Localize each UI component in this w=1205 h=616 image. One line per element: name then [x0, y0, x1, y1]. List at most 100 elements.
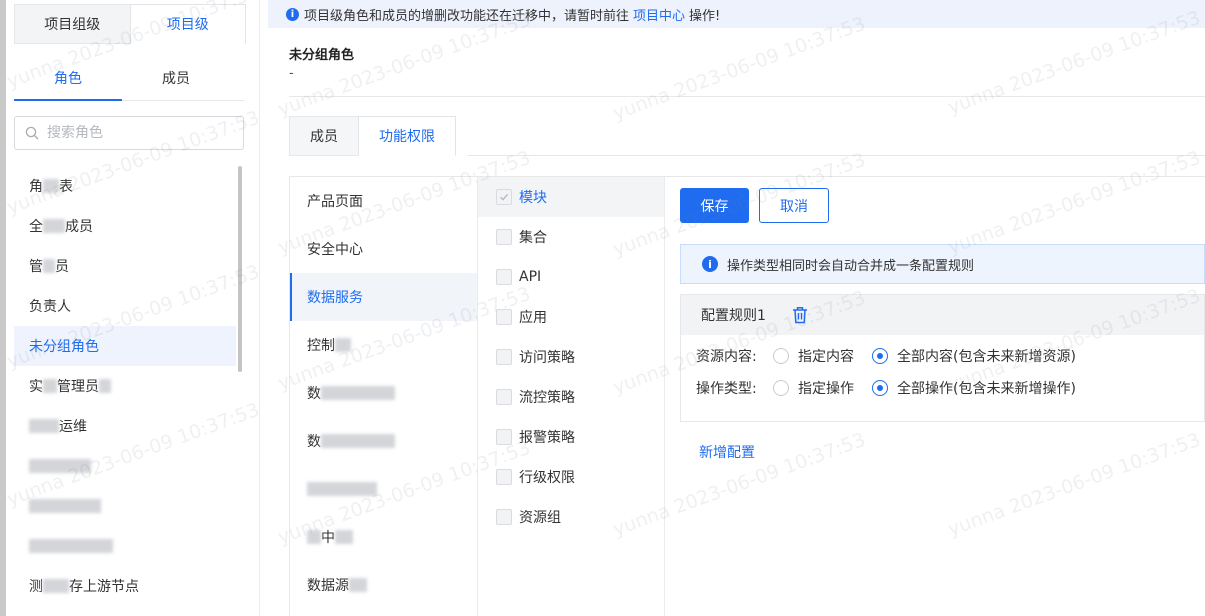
- module-item[interactable]: 行级权限: [478, 457, 664, 497]
- product-list: 产品页面 安全中心 数据服务 控制 数 数 中 数据源: [290, 177, 478, 616]
- notice-text: 项目级角色和成员的增删改功能还在迁移中，请暂时前往: [304, 8, 630, 24]
- redacted-text: [29, 499, 101, 513]
- product-label: 中: [321, 530, 335, 546]
- module-label: 集合: [519, 230, 547, 246]
- delete-rule-button[interactable]: [792, 306, 808, 324]
- merge-tip: i 操作类型相同时会自动合并成一条配置规则: [680, 244, 1205, 284]
- product-label: 安全中心: [307, 242, 363, 258]
- role-name: 未分组角色: [29, 339, 99, 355]
- module-checkbox[interactable]: [496, 309, 512, 325]
- module-item[interactable]: 报警策略: [478, 417, 664, 457]
- product-item[interactable]: 控制: [290, 321, 477, 369]
- product-item[interactable]: 数据源: [290, 561, 477, 609]
- product-item[interactable]: 数: [290, 417, 477, 465]
- tab-project-level[interactable]: 项目级: [129, 4, 246, 44]
- radio-all-content[interactable]: [872, 348, 888, 364]
- sub-tabs: 角色 成员: [14, 56, 244, 101]
- product-item-selected[interactable]: 数据服务: [290, 273, 477, 321]
- module-checkbox[interactable]: [496, 269, 512, 285]
- role-name-prefix: 管: [29, 259, 43, 275]
- product-label: 数据服务: [307, 290, 363, 306]
- redacted-text: [99, 379, 111, 393]
- role-item[interactable]: 角 表: [14, 166, 236, 206]
- product-label: 数: [307, 386, 321, 402]
- role-item-selected[interactable]: 未分组角色: [14, 326, 236, 366]
- search-role-input[interactable]: [45, 124, 225, 142]
- config-rule-card: 配置规则1 资源内容: 指定内容 全部内容(包含未来新增资源) 操作类型: 指定…: [680, 294, 1205, 422]
- module-checkbox[interactable]: [496, 429, 512, 445]
- redacted-text: [43, 579, 69, 593]
- save-button[interactable]: 保存: [680, 188, 749, 223]
- module-item[interactable]: 访问策略: [478, 337, 664, 377]
- project-center-link[interactable]: 项目中心: [633, 5, 685, 24]
- role-name-suffix: 存上游节点: [69, 579, 139, 595]
- module-item[interactable]: 资源组: [478, 497, 664, 537]
- info-icon: i: [702, 256, 718, 272]
- tab-project-group-level[interactable]: 项目组级: [14, 4, 130, 44]
- search-icon: [25, 126, 39, 140]
- redacted-text: [29, 539, 113, 553]
- product-item[interactable]: [290, 465, 477, 513]
- role-name-prefix: 全: [29, 219, 43, 235]
- module-label: 资源组: [519, 510, 561, 526]
- radio-specific-content[interactable]: [773, 348, 789, 364]
- product-item[interactable]: 数: [290, 369, 477, 417]
- product-item[interactable]: 产品页面: [290, 177, 477, 225]
- role-item[interactable]: 实 管理员: [14, 366, 236, 406]
- group-title: 未分组角色: [289, 48, 355, 63]
- info-icon: i: [286, 7, 299, 21]
- tab-roles[interactable]: 角色: [14, 56, 122, 101]
- module-checkbox[interactable]: [496, 389, 512, 405]
- divider: [289, 96, 1205, 97]
- rule-header: 配置规则1: [681, 295, 1204, 335]
- module-label: 访问策略: [519, 350, 575, 366]
- role-item[interactable]: [14, 446, 236, 486]
- tab-members[interactable]: 成员: [289, 116, 358, 156]
- module-item[interactable]: API: [478, 257, 664, 297]
- role-name-suffix: 表: [59, 179, 73, 195]
- redacted-text: [321, 386, 395, 400]
- module-checkbox[interactable]: [496, 509, 512, 525]
- add-config-link[interactable]: 新增配置: [699, 442, 755, 462]
- module-item-selected[interactable]: 模块: [478, 177, 664, 217]
- module-checkbox[interactable]: [496, 229, 512, 245]
- product-item[interactable]: 中: [290, 513, 477, 561]
- detail-tabs: 成员 功能权限: [289, 116, 456, 156]
- module-item[interactable]: 集合: [478, 217, 664, 257]
- radio-all-operations[interactable]: [872, 380, 888, 396]
- option-specific-content[interactable]: 指定内容: [798, 346, 854, 366]
- module-checkbox[interactable]: [496, 469, 512, 485]
- module-checkbox[interactable]: [496, 189, 512, 205]
- role-name-suffix: 运维: [59, 419, 87, 435]
- role-item[interactable]: [14, 526, 236, 566]
- option-all-content[interactable]: 全部内容(包含未来新增资源): [897, 346, 1076, 366]
- role-item[interactable]: [14, 486, 236, 526]
- module-item[interactable]: 流控策略: [478, 377, 664, 417]
- tab-function-permissions[interactable]: 功能权限: [358, 116, 456, 156]
- level-tabs: 项目组级 项目级: [14, 4, 246, 44]
- resource-content-row: 资源内容: 指定内容 全部内容(包含未来新增资源): [696, 346, 1076, 366]
- role-item[interactable]: 全 成员: [14, 206, 236, 246]
- role-name-suffix: 管理员: [57, 379, 99, 395]
- module-checkbox[interactable]: [496, 349, 512, 365]
- role-list-scrollbar[interactable]: [238, 166, 242, 372]
- redacted-text: [335, 530, 353, 544]
- module-item[interactable]: 应用: [478, 297, 664, 337]
- product-item[interactable]: 安全中心: [290, 225, 477, 273]
- role-item[interactable]: 管 员: [14, 246, 236, 286]
- search-box: [14, 116, 244, 150]
- redacted-text: [29, 419, 59, 433]
- role-item[interactable]: 运维: [14, 406, 236, 446]
- group-description: -: [289, 66, 294, 81]
- role-item[interactable]: 测 存上游节点: [14, 566, 236, 606]
- radio-specific-operation[interactable]: [773, 380, 789, 396]
- tab-members[interactable]: 成员: [122, 56, 230, 100]
- option-all-operations[interactable]: 全部操作(包含未来新增操作): [897, 378, 1076, 398]
- role-item[interactable]: 负责人: [14, 286, 236, 326]
- product-label: 产品页面: [307, 194, 363, 210]
- module-label: 模块: [519, 190, 547, 206]
- option-specific-operation[interactable]: 指定操作: [798, 378, 854, 398]
- module-list: 模块 集合 API 应用 访问策略 流控策略 报警策略 行级权限 资源组: [478, 177, 665, 616]
- cancel-button[interactable]: 取消: [759, 188, 829, 223]
- resource-content-label: 资源内容:: [696, 349, 757, 365]
